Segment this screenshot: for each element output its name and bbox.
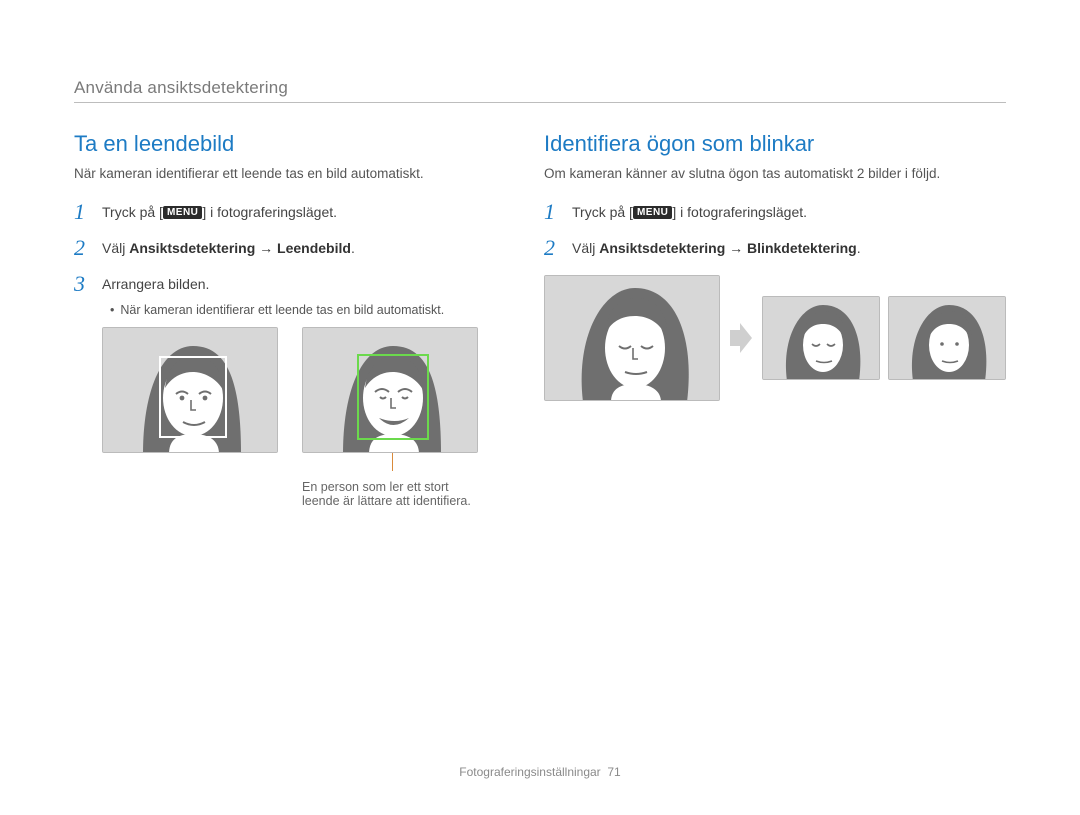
footer-page-number: 71 <box>607 765 620 779</box>
figure-caption: En person som ler ett stort leende är lä… <box>302 480 482 508</box>
step-number: 3 <box>74 273 92 295</box>
step-item: 1 Tryck på [MENU] i fotograferingsläget. <box>74 201 508 223</box>
menu-icon: MENU <box>163 206 202 219</box>
step-post: ] i fotograferingsläget. <box>202 204 337 220</box>
step-item: 1 Tryck på [MENU] i fotograferingsläget. <box>544 201 1006 223</box>
header-title: Använda ansiktsdetektering <box>74 78 1006 98</box>
right-steps: 1 Tryck på [MENU] i fotograferingsläget.… <box>544 201 1006 259</box>
step-pre: Välj <box>572 240 599 256</box>
step-number: 2 <box>74 237 92 259</box>
left-steps: 1 Tryck på [MENU] i fotograferingsläget.… <box>74 201 508 295</box>
page-footer: Fotograferingsinställningar 71 <box>0 765 1080 779</box>
step-post: . <box>351 240 355 256</box>
bullet-dot: • <box>110 303 114 317</box>
smile-example-detected <box>302 327 478 453</box>
step-sub-bullet: • När kameran identifierar ett leende ta… <box>110 303 508 317</box>
step-item: 3 Arrangera bilden. <box>74 273 508 295</box>
manual-page: Använda ansiktsdetektering Ta en leendeb… <box>0 0 1080 815</box>
step-bold: Ansiktsdetektering → Blinkdetektering <box>599 240 857 256</box>
step-number: 1 <box>74 201 92 223</box>
arrow-right-icon <box>730 323 752 353</box>
bullet-text: När kameran identifierar ett leende tas … <box>120 303 444 317</box>
menu-icon: MENU <box>633 206 672 219</box>
step-item: 2 Välj Ansiktsdetektering → Leendebild. <box>74 237 508 259</box>
smile-example-neutral <box>102 327 278 453</box>
step-pre: Tryck på [ <box>572 204 633 220</box>
face-illustration <box>763 297 880 380</box>
right-intro: Om kameran känner av slutna ögon tas aut… <box>544 165 1006 183</box>
right-figures <box>544 275 1006 401</box>
step-text: Välj Ansiktsdetektering → Leendebild. <box>102 237 355 259</box>
step-number: 1 <box>544 201 562 223</box>
left-figures: En person som ler ett stort leende är lä… <box>102 327 508 508</box>
footer-section: Fotograferingsinställningar <box>459 765 600 779</box>
left-section-title: Ta en leendebild <box>74 131 508 157</box>
callout-line <box>392 453 393 471</box>
face-illustration <box>889 297 1006 380</box>
step-pre: Tryck på [ <box>102 204 163 220</box>
step-text: Arrangera bilden. <box>102 273 209 295</box>
header-rule <box>74 102 1006 103</box>
blink-result-pair <box>762 296 1006 380</box>
step-post: . <box>857 240 861 256</box>
step-pre: Välj <box>102 240 129 256</box>
two-column-layout: Ta en leendebild När kameran identifiera… <box>74 131 1006 508</box>
step-text: Välj Ansiktsdetektering → Blinkdetekteri… <box>572 237 861 259</box>
page-header: Använda ansiktsdetektering <box>74 78 1006 103</box>
right-column: Identifiera ögon som blinkar Om kameran … <box>544 131 1006 508</box>
step-text: Tryck på [MENU] i fotograferingsläget. <box>572 201 807 223</box>
right-section-title: Identifiera ögon som blinkar <box>544 131 1006 157</box>
smile-example-detected-wrap: En person som ler ett stort leende är lä… <box>302 327 482 508</box>
step-number: 2 <box>544 237 562 259</box>
step-bold: Ansiktsdetektering → Leendebild <box>129 240 351 256</box>
left-column: Ta en leendebild När kameran identifiera… <box>74 131 508 508</box>
blink-example-closed <box>544 275 720 401</box>
face-illustration <box>545 276 720 401</box>
face-detect-box <box>159 356 227 438</box>
face-detect-box-active <box>357 354 429 440</box>
left-intro: När kameran identifierar ett leende tas … <box>74 165 508 183</box>
blink-example-open-small <box>888 296 1006 380</box>
step-post: ] i fotograferingsläget. <box>672 204 807 220</box>
step-text: Tryck på [MENU] i fotograferingsläget. <box>102 201 337 223</box>
step-item: 2 Välj Ansiktsdetektering → Blinkdetekte… <box>544 237 1006 259</box>
blink-example-closed-small <box>762 296 880 380</box>
